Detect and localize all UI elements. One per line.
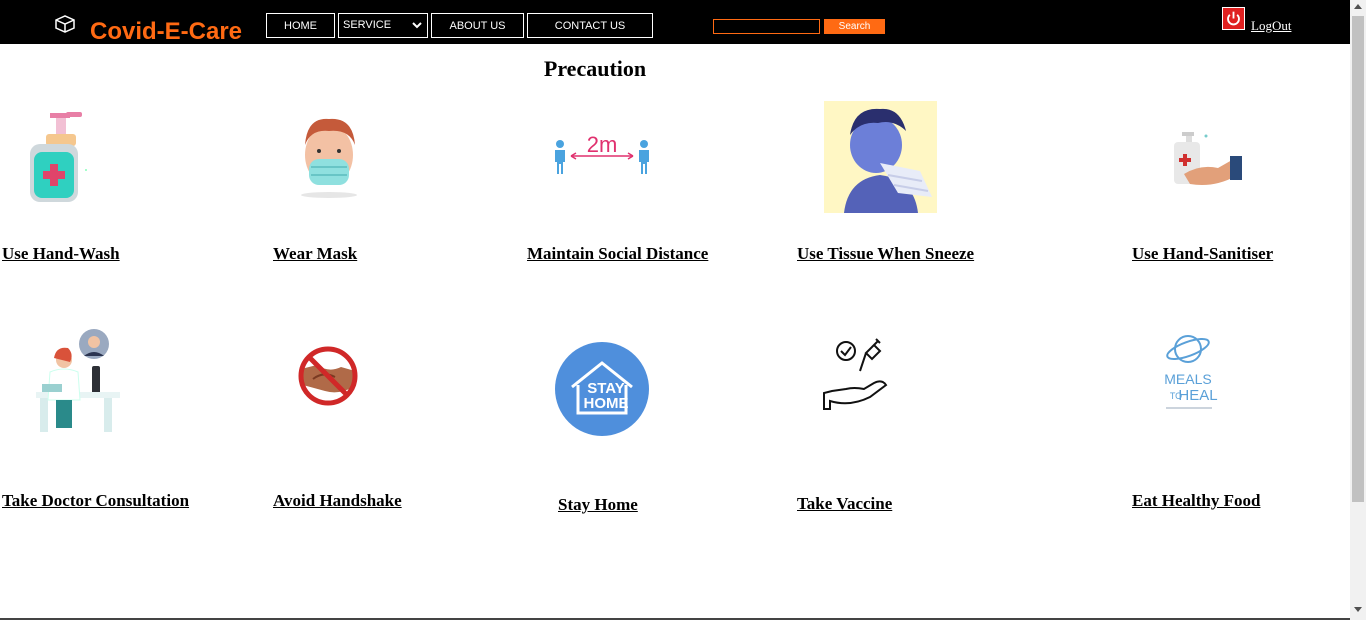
social-distance-icon: 2m xyxy=(555,132,649,174)
chevron-down-icon xyxy=(412,22,422,29)
healthy-food-icon: MEALS TO HEAL xyxy=(1164,335,1218,409)
meals-text: MEALS xyxy=(1164,371,1211,387)
search-button[interactable]: Search xyxy=(824,19,885,34)
precaution-label[interactable]: Use Hand-Wash xyxy=(2,244,120,264)
nav-about-button[interactable]: ABOUT US xyxy=(431,13,524,38)
nav-service-label: SERVICE xyxy=(343,19,392,31)
doctor-icon xyxy=(36,329,120,432)
home-text: HOME xyxy=(584,395,629,412)
precaution-label[interactable]: Avoid Handshake xyxy=(273,491,402,511)
logout-link[interactable]: LogOut xyxy=(1251,18,1291,34)
precaution-label[interactable]: Use Tissue When Sneeze xyxy=(797,244,974,264)
precaution-label[interactable]: Take Doctor Consultation xyxy=(2,491,189,511)
heal-text: HEAL xyxy=(1178,387,1217,404)
power-icon[interactable] xyxy=(1222,7,1245,30)
no-handshake-icon xyxy=(298,346,358,406)
distance-text: 2m xyxy=(587,132,618,157)
vaccine-icon xyxy=(823,338,888,410)
hand-wash-icon xyxy=(30,112,87,202)
scroll-up-arrow-icon[interactable] xyxy=(1354,4,1362,9)
brand-title[interactable]: Covid-E-Care xyxy=(90,15,242,49)
scroll-down-arrow-icon[interactable] xyxy=(1354,607,1362,612)
mask-icon xyxy=(301,118,357,198)
nav-service-select[interactable]: SERVICE xyxy=(338,13,428,38)
nav-home-button[interactable]: HOME xyxy=(266,13,335,38)
stay-home-icon: STAY HOME xyxy=(555,342,649,436)
scrollbar-thumb[interactable] xyxy=(1352,16,1364,502)
precaution-label[interactable]: Wear Mask xyxy=(273,244,357,264)
search-input[interactable] xyxy=(713,19,820,34)
precaution-label[interactable]: Maintain Social Distance xyxy=(527,244,708,264)
logo-box-icon xyxy=(55,15,75,33)
nav-contact-button[interactable]: CONTACT US xyxy=(527,13,653,38)
tissue-icon xyxy=(824,101,937,213)
precaution-label[interactable]: Eat Healthy Food xyxy=(1132,491,1260,511)
precaution-label[interactable]: Take Vaccine xyxy=(797,494,892,514)
page-title: Precaution xyxy=(543,56,647,81)
sanitiser-icon xyxy=(1174,132,1242,185)
precaution-label[interactable]: Stay Home xyxy=(558,495,638,515)
precaution-label[interactable]: Use Hand-Sanitiser xyxy=(1132,244,1273,264)
